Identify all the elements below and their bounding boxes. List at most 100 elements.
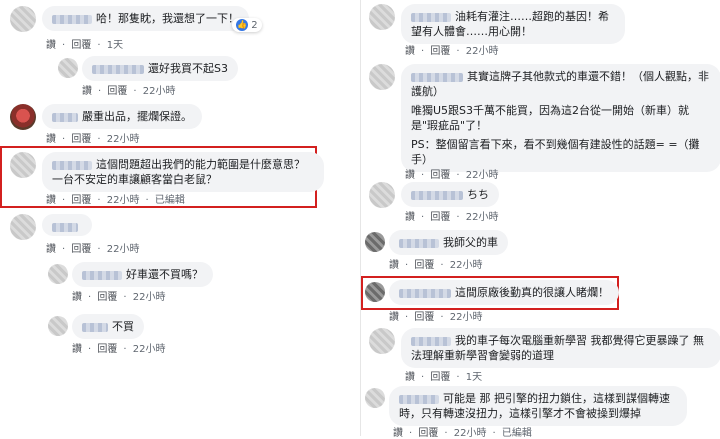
like-button[interactable]: 讚 [389,260,399,271]
timestamp[interactable]: 22小時 [107,244,140,255]
like-button[interactable]: 讚 [46,40,56,51]
avatar[interactable] [48,264,68,284]
reply-button[interactable]: 回覆 [430,372,450,383]
commenter-name[interactable] [399,394,439,404]
like-button[interactable]: 讚 [72,344,82,355]
timestamp[interactable]: 22小時 [454,428,487,439]
reply-button[interactable]: 回覆 [107,86,127,97]
timestamp[interactable]: 1天 [466,372,482,383]
timestamp[interactable]: 1天 [107,40,123,51]
comment-actions: 讚 · 回覆 · 22小時 [82,86,176,97]
like-button[interactable]: 讚 [389,312,399,323]
avatar[interactable] [48,316,68,336]
like-button[interactable]: 讚 [405,46,415,57]
commenter-name[interactable] [52,160,92,170]
edited-label[interactable]: 已編輯 [502,428,532,439]
reply-button[interactable]: 回覆 [430,170,450,181]
like-button[interactable]: 讚 [405,170,415,181]
reply-button[interactable]: 回覆 [71,195,91,206]
commenter-name[interactable] [52,14,92,24]
avatar[interactable] [369,4,395,30]
comment-actions: 讚 · 回覆 · 22小時 [405,46,499,57]
timestamp[interactable]: 22小時 [107,134,140,145]
timestamp[interactable]: 22小時 [450,312,483,323]
reaction-count[interactable]: 👍 2 [232,18,262,32]
avatar[interactable] [10,6,36,32]
comment-text: 不買 [112,320,134,333]
comment-actions: 讚 · 回覆 · 22小時 [46,244,140,255]
commenter-name[interactable] [411,72,463,82]
comment-bubble: 這間原廠後勤真的很讓人睹爛！ [389,280,619,305]
avatar[interactable] [58,58,78,78]
reply-button[interactable]: 回覆 [414,312,434,323]
reply-button[interactable]: 回覆 [71,134,91,145]
timestamp[interactable]: 22小時 [466,46,499,57]
comment-bubble: 哈！那隻眈，我還想了一下！ [42,6,249,31]
reply-button[interactable]: 回覆 [71,40,91,51]
reply-button[interactable]: 回覆 [418,428,438,439]
comment-bubble: 還好我買不起S3 [82,56,238,81]
avatar[interactable] [365,232,385,252]
comment-text: ちち [467,188,489,201]
commenter-name[interactable] [82,322,108,332]
commenter-name[interactable] [411,336,451,346]
comment-bubble: 我的車子每次電腦重新學習 我都覺得它更暴躁了 無法理解重新學習會變弱的道理 [401,328,720,368]
avatar[interactable] [10,104,36,130]
avatar[interactable] [369,182,395,208]
commenter-name[interactable] [92,64,144,74]
comment-text: 我的車子每次電腦重新學習 我都覺得它更暴躁了 無法理解重新學習會變弱的道理 [411,334,704,362]
timestamp[interactable]: 22小時 [107,195,140,206]
like-button[interactable]: 讚 [405,212,415,223]
reply-button[interactable]: 回覆 [71,244,91,255]
timestamp[interactable]: 22小時 [466,212,499,223]
like-button[interactable]: 讚 [405,372,415,383]
like-button[interactable]: 讚 [46,134,56,145]
comment-text: 好車還不買嗎？ [126,268,203,281]
avatar[interactable] [10,214,36,240]
reply-button[interactable]: 回覆 [97,292,117,303]
avatar[interactable] [369,328,395,354]
timestamp[interactable]: 22小時 [143,86,176,97]
commenter-name[interactable] [399,288,451,298]
comment-bubble: ちち [401,182,499,207]
reply-button[interactable]: 回覆 [430,212,450,223]
reply-button[interactable]: 回覆 [414,260,434,271]
comment-bubble: 其實這牌子其他款式的車還不錯！（個人觀點，非護航） 唯獨U5跟S3千萬不能買，因… [401,64,720,172]
comment-actions: 讚 · 回覆 · 22小時 · 已編輯 [393,428,532,439]
comment-actions: 讚 · 回覆 · 22小時 [72,292,166,303]
avatar[interactable] [365,282,385,302]
commenter-name[interactable] [411,190,463,200]
avatar[interactable] [10,152,36,178]
commenter-name[interactable] [399,238,439,248]
comment-bubble: 不買 [72,314,144,339]
timestamp[interactable]: 22小時 [133,344,166,355]
comment-actions: 讚 · 回覆 · 1天 [405,372,483,383]
avatar[interactable] [365,388,385,408]
like-button[interactable]: 讚 [46,195,56,206]
comment-actions: 讚 · 回覆 · 22小時 [405,212,499,223]
commenter-name[interactable] [52,222,78,232]
edited-label[interactable]: 已編輯 [155,195,185,206]
comment-actions: 讚 · 回覆 · 22小時 · 已編輯 [46,195,185,206]
timestamp[interactable]: 22小時 [133,292,166,303]
comment-text-line-3: PS：整個留言看下來，看不到幾個有建設性的話題= =（攤手） [411,138,700,166]
comment-text: 我師父的車 [443,236,498,249]
like-button[interactable]: 讚 [82,86,92,97]
comment-text: 可能是 那 把引擎的扭力鎖住，這樣到謀個轉速時，只有轉速沒扭力，這樣引擎才不會被… [399,392,670,420]
commenter-name[interactable] [82,270,122,280]
like-button[interactable]: 讚 [72,292,82,303]
reply-button[interactable]: 回覆 [97,344,117,355]
comment-actions: 讚 · 回覆 · 22小時 [389,312,483,323]
reply-button[interactable]: 回覆 [430,46,450,57]
comment-bubble: 油耗有灌注……超跑的基因！希望有人體會……用心開！ [401,4,625,44]
commenter-name[interactable] [52,112,78,122]
timestamp[interactable]: 22小時 [466,170,499,181]
comment-text: 這間原廠後勤真的很讓人睹爛！ [455,286,609,299]
commenter-name[interactable] [411,12,451,22]
like-button[interactable]: 讚 [46,244,56,255]
like-button[interactable]: 讚 [393,428,403,439]
comment-text: 哈！那隻眈，我還想了一下！ [96,12,239,25]
avatar[interactable] [369,64,395,90]
timestamp[interactable]: 22小時 [450,260,483,271]
right-comment-column: 油耗有灌注……超跑的基因！希望有人體會……用心開！ 讚 · 回覆 · 22小時 其實… [360,0,720,439]
